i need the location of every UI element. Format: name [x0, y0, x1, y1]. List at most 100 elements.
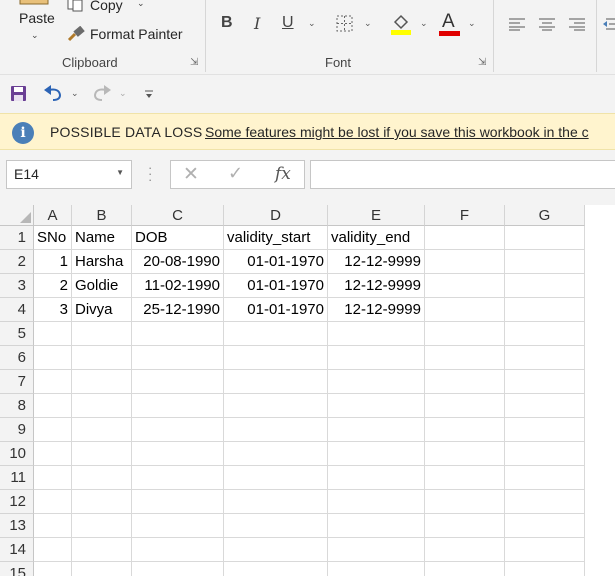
bold-button[interactable]: B [221, 14, 233, 32]
cell-e7[interactable] [328, 370, 425, 394]
cell-e1[interactable]: validity_end [328, 226, 425, 250]
cell-b10[interactable] [72, 442, 132, 466]
cell-f6[interactable] [425, 346, 505, 370]
cell-g11[interactable] [505, 466, 585, 490]
cell-g8[interactable] [505, 394, 585, 418]
cell-a10[interactable] [34, 442, 72, 466]
save-icon[interactable] [10, 85, 28, 103]
name-box-dropdown-icon[interactable]: ▼ [116, 168, 124, 177]
cell-c1[interactable]: DOB [132, 226, 224, 250]
cell-f9[interactable] [425, 418, 505, 442]
cell-c5[interactable] [132, 322, 224, 346]
cell-g6[interactable] [505, 346, 585, 370]
cell-a5[interactable] [34, 322, 72, 346]
undo-dropdown-chevron-icon[interactable]: ⌄ [71, 88, 79, 99]
clipboard-dialog-launcher-icon[interactable]: ⇲ [190, 57, 198, 68]
cell-e13[interactable] [328, 514, 425, 538]
cell-g10[interactable] [505, 442, 585, 466]
cell-e9[interactable] [328, 418, 425, 442]
borders-dropdown-chevron-icon[interactable]: ⌄ [364, 18, 372, 29]
format-painter-icon[interactable] [66, 25, 86, 44]
cell-b6[interactable] [72, 346, 132, 370]
cell-a11[interactable] [34, 466, 72, 490]
cell-f2[interactable] [425, 250, 505, 274]
column-header-b[interactable]: B [72, 205, 132, 226]
row-header-4[interactable]: 4 [0, 298, 34, 322]
enter-icon[interactable]: ✓ [228, 163, 243, 184]
formula-bar-resize-handle[interactable]: · · · [148, 161, 152, 186]
align-center-icon[interactable] [538, 17, 556, 31]
cell-c6[interactable] [132, 346, 224, 370]
cell-g3[interactable] [505, 274, 585, 298]
cell-c12[interactable] [132, 490, 224, 514]
cell-f8[interactable] [425, 394, 505, 418]
cell-b12[interactable] [72, 490, 132, 514]
cell-a9[interactable] [34, 418, 72, 442]
cell-g4[interactable] [505, 298, 585, 322]
select-all-button[interactable] [0, 205, 34, 226]
cell-d11[interactable] [224, 466, 328, 490]
paste-dropdown-chevron-icon[interactable]: ⌄ [31, 30, 39, 41]
font-color-dropdown-chevron-icon[interactable]: ⌄ [468, 18, 476, 29]
cell-f14[interactable] [425, 538, 505, 562]
insert-function-button[interactable]: fx [275, 164, 291, 184]
cell-f10[interactable] [425, 442, 505, 466]
cell-b13[interactable] [72, 514, 132, 538]
cell-a8[interactable] [34, 394, 72, 418]
copy-button[interactable]: Copy [90, 0, 123, 13]
cell-g9[interactable] [505, 418, 585, 442]
row-header-12[interactable]: 12 [0, 490, 34, 514]
cell-d13[interactable] [224, 514, 328, 538]
cell-d7[interactable] [224, 370, 328, 394]
cell-c9[interactable] [132, 418, 224, 442]
cell-g14[interactable] [505, 538, 585, 562]
font-color-button[interactable]: A [442, 11, 455, 33]
row-header-3[interactable]: 3 [0, 274, 34, 298]
cell-d15[interactable] [224, 562, 328, 576]
cell-d2[interactable]: 01-01-1970 [224, 250, 328, 274]
row-header-14[interactable]: 14 [0, 538, 34, 562]
cell-a3[interactable]: 2 [34, 274, 72, 298]
cell-b7[interactable] [72, 370, 132, 394]
cell-g13[interactable] [505, 514, 585, 538]
row-header-8[interactable]: 8 [0, 394, 34, 418]
align-left-icon[interactable] [508, 17, 526, 31]
cell-e3[interactable]: 12-12-9999 [328, 274, 425, 298]
customize-qat-icon[interactable] [144, 87, 154, 101]
cell-b11[interactable] [72, 466, 132, 490]
row-header-5[interactable]: 5 [0, 322, 34, 346]
cell-d4[interactable]: 01-01-1970 [224, 298, 328, 322]
cell-c15[interactable] [132, 562, 224, 576]
row-header-2[interactable]: 2 [0, 250, 34, 274]
font-dialog-launcher-icon[interactable]: ⇲ [478, 57, 486, 68]
cancel-icon[interactable]: ✕ [183, 163, 199, 186]
cell-e2[interactable]: 12-12-9999 [328, 250, 425, 274]
undo-icon[interactable] [43, 85, 65, 103]
cell-f7[interactable] [425, 370, 505, 394]
cell-b4[interactable]: Divya [72, 298, 132, 322]
cell-c8[interactable] [132, 394, 224, 418]
borders-icon[interactable] [335, 14, 355, 34]
paste-button[interactable]: Paste [19, 10, 55, 26]
cell-d9[interactable] [224, 418, 328, 442]
row-header-9[interactable]: 9 [0, 418, 34, 442]
cell-g15[interactable] [505, 562, 585, 576]
cell-f12[interactable] [425, 490, 505, 514]
cell-c2[interactable]: 20-08-1990 [132, 250, 224, 274]
cell-g5[interactable] [505, 322, 585, 346]
cell-e10[interactable] [328, 442, 425, 466]
cell-c3[interactable]: 11-02-1990 [132, 274, 224, 298]
cell-d10[interactable] [224, 442, 328, 466]
cell-c10[interactable] [132, 442, 224, 466]
italic-button[interactable]: I [254, 14, 260, 33]
cell-e8[interactable] [328, 394, 425, 418]
cell-f4[interactable] [425, 298, 505, 322]
name-box[interactable]: E14 ▼ [6, 160, 132, 189]
message-link[interactable]: Some features might be lost if you save … [205, 124, 589, 140]
cell-a1[interactable]: SNo [34, 226, 72, 250]
column-header-a[interactable]: A [34, 205, 72, 226]
cell-c4[interactable]: 25-12-1990 [132, 298, 224, 322]
cell-b5[interactable] [72, 322, 132, 346]
cell-d6[interactable] [224, 346, 328, 370]
cell-f1[interactable] [425, 226, 505, 250]
